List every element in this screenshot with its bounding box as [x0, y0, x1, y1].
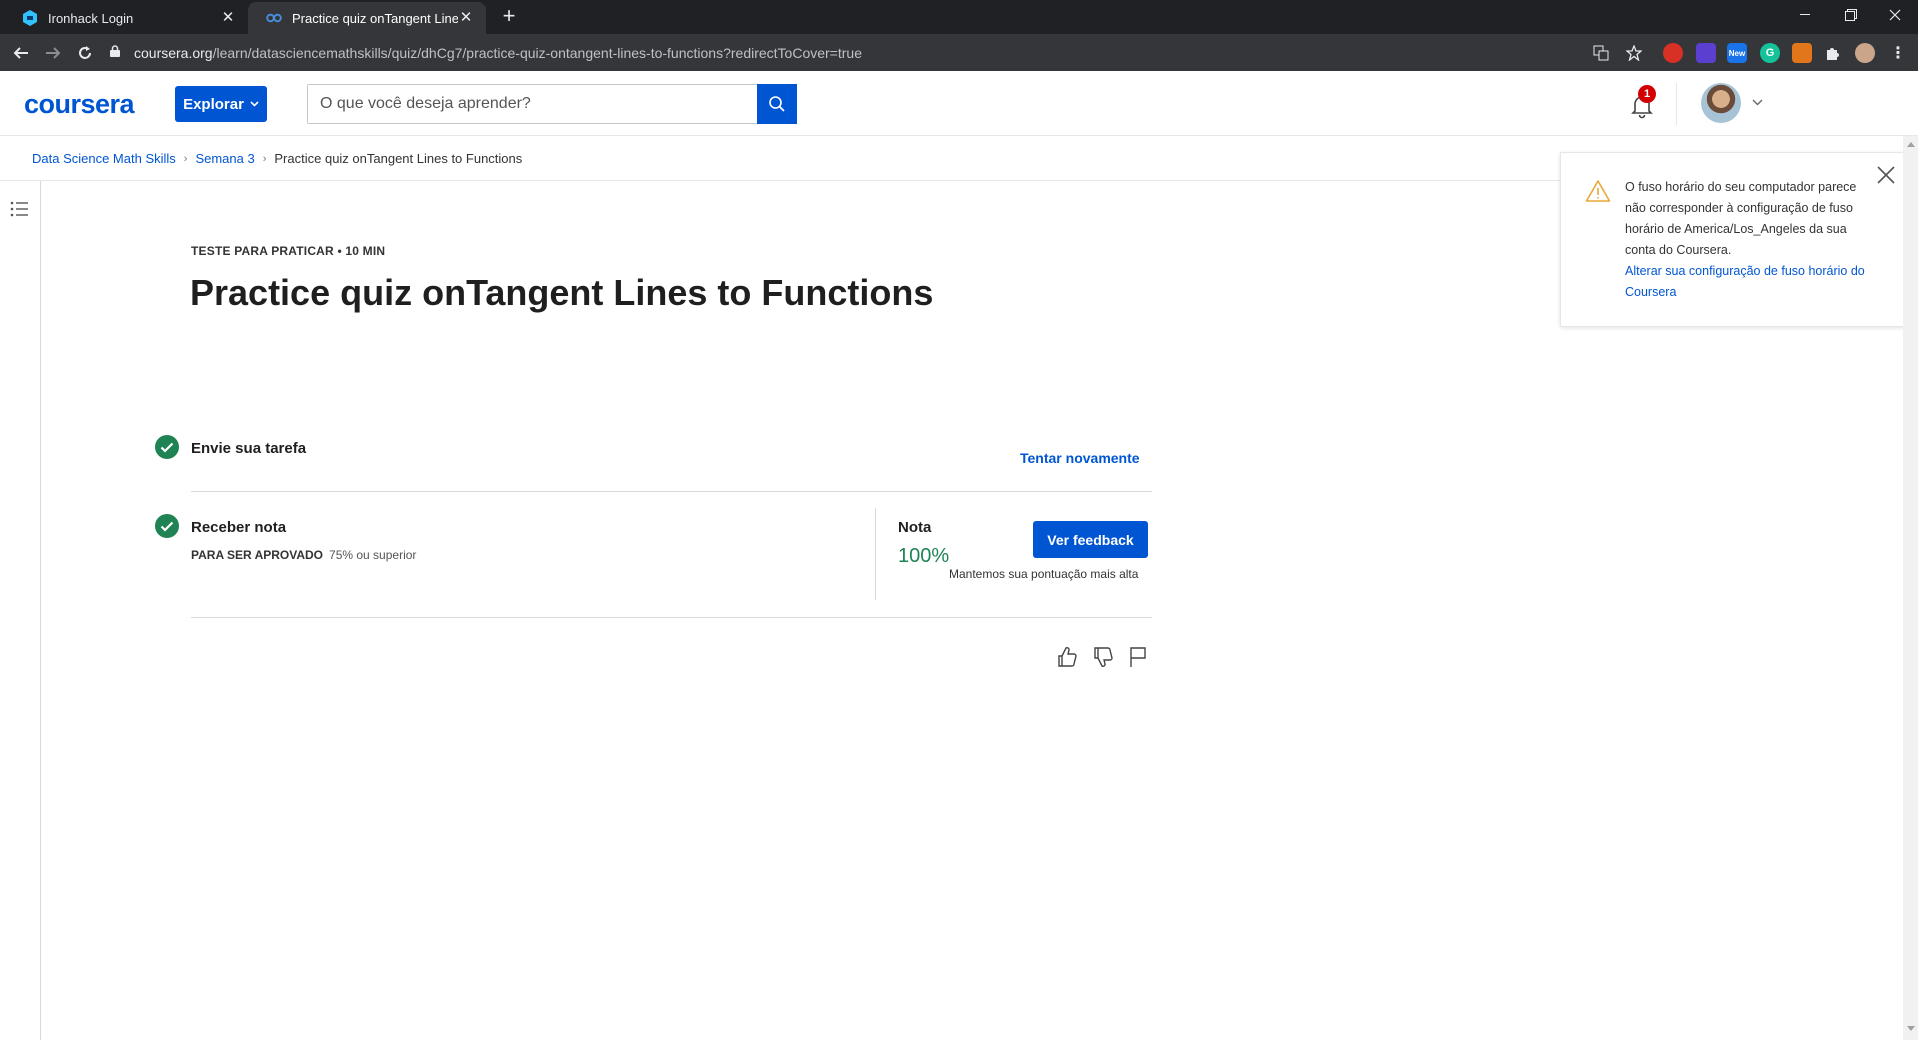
url-domain: coursera.org [134, 44, 213, 61]
check-circle-icon [155, 435, 179, 459]
tab-practice-quiz[interactable]: Practice quiz onTangent Lines to ✕ [248, 2, 486, 34]
section-divider [191, 491, 1152, 492]
check-circle-icon [155, 514, 179, 538]
chevron-down-icon [250, 99, 259, 110]
site-header: coursera Explorar 1 [0, 71, 1918, 136]
pass-value: 75% ou superior [329, 548, 417, 562]
view-feedback-button[interactable]: Ver feedback [1033, 521, 1148, 558]
breadcrumb-week[interactable]: Semana 3 [195, 151, 254, 166]
profile-avatar-icon[interactable] [1855, 43, 1875, 63]
page-title: Practice quiz onTangent Lines to Functio… [190, 272, 934, 313]
explore-label: Explorar [183, 95, 244, 113]
step-grade-label: Receber nota [191, 519, 287, 536]
window-close-icon[interactable] [1872, 0, 1918, 30]
tab-close-icon[interactable]: ✕ [458, 10, 474, 26]
bookmark-star-icon[interactable] [1624, 43, 1644, 63]
grammarly-icon[interactable]: G [1760, 43, 1780, 63]
address-bar[interactable]: coursera.org /learn/datasciencemathskill… [110, 38, 1590, 67]
retry-link[interactable]: Tentar novamente [1020, 450, 1140, 466]
grade-label: Nota [898, 519, 932, 536]
url-path: /learn/datasciencemathskills/quiz/dhCg7/… [212, 44, 862, 61]
header-divider [1676, 83, 1677, 125]
breadcrumb: Data Science Math Skills › Semana 3 › Pr… [32, 151, 522, 166]
browser-tab-bar: Ironhack Login ✕ Practice quiz onTangent… [0, 0, 1918, 34]
tab-title: Practice quiz onTangent Lines to [292, 10, 458, 26]
breadcrumb-course[interactable]: Data Science Math Skills [32, 151, 176, 166]
outline-list-icon[interactable] [9, 199, 29, 219]
tab-close-icon[interactable]: ✕ [220, 10, 236, 26]
browser-toolbar: coursera.org /learn/datasciencemathskill… [0, 34, 1918, 71]
explore-button[interactable]: Explorar [175, 86, 267, 122]
search-icon [769, 96, 785, 112]
chevron-down-icon[interactable] [1752, 95, 1763, 109]
tab-title: Ironhack Login [48, 10, 134, 26]
lock-icon [110, 45, 124, 60]
quiz-eyebrow: TESTE PARA PRATICAR • 10 MIN [191, 244, 386, 258]
forward-arrow-icon[interactable] [40, 40, 66, 66]
coursera-favicon-icon [266, 10, 282, 26]
restore-icon[interactable] [1828, 0, 1874, 30]
back-arrow-icon[interactable] [8, 40, 34, 66]
metamask-icon[interactable] [1792, 43, 1812, 63]
search-input[interactable] [308, 85, 758, 123]
extension-new-icon[interactable]: New [1727, 43, 1747, 63]
change-timezone-link[interactable]: Alterar sua configuração de fuso horário… [1625, 261, 1880, 303]
browser-menu-icon[interactable]: ⋮ [1888, 43, 1908, 63]
extension-red-icon[interactable] [1663, 43, 1683, 63]
tab-ironhack-login[interactable]: Ironhack Login ✕ [4, 2, 248, 34]
reload-icon[interactable] [72, 40, 98, 66]
flag-icon[interactable] [1126, 645, 1150, 669]
course-outline-rail [0, 181, 41, 1040]
notification-badge: 1 [1638, 85, 1656, 103]
extension-purple-icon[interactable] [1696, 43, 1716, 63]
breadcrumb-current: Practice quiz onTangent Lines to Functio… [274, 151, 523, 166]
close-icon[interactable] [1876, 165, 1896, 185]
timezone-message: O fuso horário do seu computador parece … [1625, 177, 1880, 303]
search-bar [307, 84, 797, 124]
chevron-right-icon: › [183, 152, 188, 165]
highest-score-note: Mantemos sua pontuação mais alta [949, 567, 1139, 581]
grade-divider [875, 508, 876, 600]
pass-requirement: PARA SER APROVADO 75% ou superior [191, 548, 416, 562]
translate-icon[interactable] [1591, 43, 1611, 63]
coursera-logo[interactable]: coursera [24, 89, 135, 120]
search-button[interactable] [757, 84, 797, 124]
user-avatar[interactable] [1701, 83, 1741, 123]
pass-label: PARA SER APROVADO [191, 548, 324, 562]
thumbs-up-icon[interactable] [1055, 645, 1079, 669]
scroll-up-icon[interactable] [1907, 142, 1915, 147]
timezone-message-text: O fuso horário do seu computador parece … [1625, 180, 1857, 257]
thumbs-down-icon[interactable] [1091, 645, 1115, 669]
warning-triangle-icon [1585, 180, 1611, 202]
minimize-icon[interactable] [1782, 0, 1828, 30]
page-scrollbar[interactable] [1903, 136, 1918, 1040]
section-divider [191, 617, 1152, 618]
scroll-down-icon[interactable] [1907, 1026, 1915, 1031]
chevron-right-icon: › [262, 152, 267, 165]
ironhack-favicon-icon [22, 10, 38, 26]
grade-value: 100% [898, 545, 950, 567]
extensions-puzzle-icon[interactable] [1823, 43, 1843, 63]
new-tab-button[interactable]: + [498, 5, 520, 28]
step-submit-label: Envie sua tarefa [191, 440, 307, 457]
timezone-notice: O fuso horário do seu computador parece … [1560, 152, 1909, 327]
